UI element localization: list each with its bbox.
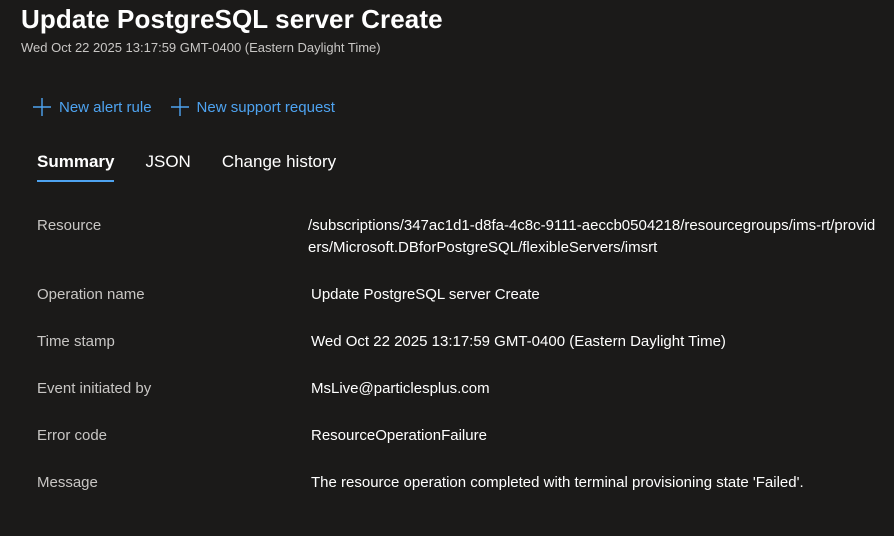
tab-change-history[interactable]: Change history [222, 152, 336, 180]
message-value: The resource operation completed with te… [311, 474, 804, 491]
operation-name-value: Update PostgreSQL server Create [311, 286, 540, 303]
time-stamp-value: Wed Oct 22 2025 13:17:59 GMT-0400 (Easte… [311, 333, 726, 350]
error-code-label: Error code [37, 427, 108, 444]
plus-icon [170, 98, 189, 116]
resource-label: Resource [37, 217, 102, 234]
tab-bar: Summary JSON Change history [37, 152, 367, 182]
new-support-request-button[interactable]: New support request [170, 97, 335, 117]
time-stamp-label: Time stamp [37, 333, 115, 350]
plus-icon [33, 98, 51, 116]
resource-value: /subscriptions/347ac1d1-d8fa-4c8c-9111-a… [308, 217, 876, 256]
error-code-value: ResourceOperationFailure [311, 427, 487, 444]
event-initiated-by-label: Event initiated by [37, 380, 152, 397]
new-alert-rule-label: New alert rule [59, 98, 152, 116]
tab-summary[interactable]: Summary [37, 152, 115, 182]
message-label: Message [37, 474, 98, 491]
event-initiated-by-value: MsLive@particlesplus.com [311, 380, 490, 397]
operation-name-label: Operation name [37, 286, 145, 303]
page-title: Update PostgreSQL server Create [21, 4, 443, 34]
command-bar: New alert rule New support request [32, 94, 353, 120]
tab-json[interactable]: JSON [145, 152, 190, 180]
page-subtitle-timestamp: Wed Oct 22 2025 13:17:59 GMT-0400 (Easte… [21, 40, 381, 55]
new-alert-rule-button[interactable]: New alert rule [32, 97, 152, 117]
new-support-request-label: New support request [196, 98, 335, 116]
